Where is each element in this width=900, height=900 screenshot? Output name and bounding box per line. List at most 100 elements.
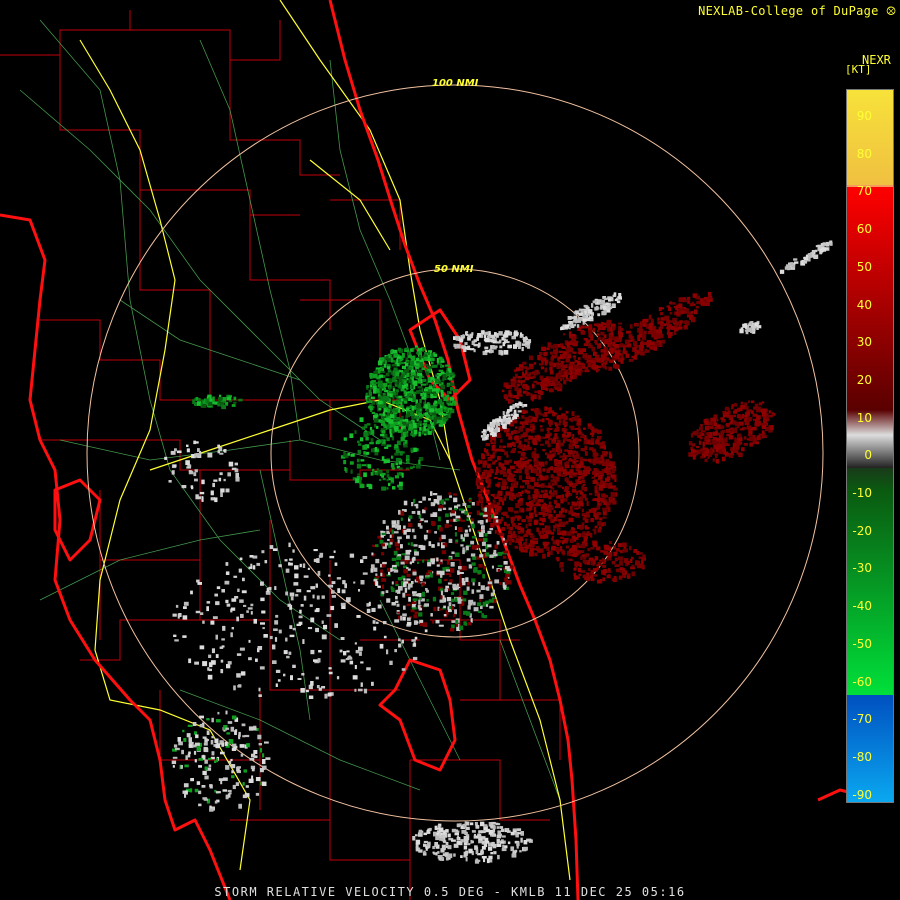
echo-pixel: [289, 592, 295, 597]
echo-pixel: [219, 472, 223, 476]
echo-pixel: [432, 512, 438, 517]
echo-pixel: [587, 458, 592, 462]
echo-pixel: [491, 821, 496, 824]
echo-pixel: [580, 435, 585, 439]
echo-pixel: [460, 855, 463, 858]
echo-pixel: [451, 620, 456, 623]
echo-pixel: [440, 595, 443, 599]
echo-pixel: [541, 385, 545, 390]
echo-pixel: [641, 565, 645, 570]
echo-pixel: [426, 599, 429, 602]
echo-pixel: [502, 537, 505, 541]
echo-pixel: [588, 354, 592, 359]
echo-pixel: [310, 681, 314, 686]
echo-pixel: [706, 299, 711, 302]
echo-pixel: [477, 570, 482, 575]
echo-pixel: [453, 400, 457, 406]
echo-pixel: [602, 561, 606, 565]
echo-pixel: [414, 552, 419, 555]
echo-pixel: [211, 736, 215, 739]
echo-pixel: [459, 508, 464, 511]
echo-pixel: [236, 653, 242, 656]
echo-pixel: [328, 671, 333, 675]
echo-pixel: [600, 550, 605, 553]
echo-pixel: [173, 464, 177, 467]
echo-pixel: [395, 584, 399, 586]
echo-pixel: [572, 547, 577, 552]
echo-pixel: [517, 522, 522, 526]
echo-pixel: [519, 850, 522, 853]
echo-pixel: [373, 370, 376, 374]
echo-pixel: [269, 635, 273, 640]
echo-pixel: [515, 840, 518, 844]
echo-pixel: [377, 604, 382, 609]
echo-pixel: [559, 442, 565, 447]
echo-pixel: [540, 413, 545, 416]
echo-pixel: [454, 609, 457, 615]
echo-pixel: [587, 547, 591, 552]
echo-pixel: [618, 575, 623, 580]
echo-pixel: [443, 605, 446, 608]
echo-pixel: [585, 511, 590, 515]
echo-pixel: [559, 562, 564, 565]
echo-pixel: [709, 426, 714, 429]
echo-pixel: [478, 564, 483, 568]
echo-pixel: [597, 336, 601, 341]
echo-pixel: [469, 333, 473, 338]
echo-pixel: [432, 619, 435, 624]
echo-pixel: [594, 479, 598, 484]
echo-pixel: [340, 637, 345, 640]
echo-pixel: [527, 446, 532, 451]
echo-pixel: [471, 545, 477, 550]
echo-pixel: [405, 549, 411, 555]
echo-pixel: [210, 620, 215, 625]
echo-pixel: [597, 528, 601, 533]
echo-pixel: [488, 599, 494, 603]
echo-pixel: [240, 613, 244, 618]
echo-pixel: [224, 580, 230, 585]
echo-pixel: [467, 525, 471, 528]
echo-pixel: [347, 453, 350, 456]
echo-pixel: [258, 743, 262, 746]
echo-pixel: [367, 397, 370, 402]
echo-pixel: [403, 605, 406, 610]
echo-pixel: [508, 386, 512, 390]
echo-pixel: [432, 493, 438, 496]
echo-pixel: [334, 623, 338, 628]
echo-pixel: [513, 828, 518, 831]
echo-pixel: [550, 357, 554, 360]
echo-pixel: [375, 575, 380, 579]
echo-pixel: [505, 341, 510, 344]
echo-pixel: [529, 365, 534, 370]
echo-pixel: [465, 831, 468, 836]
legend-tick-label: 90: [856, 109, 872, 123]
echo-pixel: [436, 564, 440, 567]
echo-pixel: [231, 467, 237, 470]
echo-pixel: [524, 489, 528, 493]
echo-pixel: [421, 591, 425, 597]
echo-pixel: [418, 412, 422, 416]
echo-pixel: [523, 546, 528, 549]
echo-pixel: [231, 404, 236, 407]
echo-pixel: [435, 827, 440, 830]
echo-pixel: [191, 487, 194, 490]
echo-pixel: [438, 508, 442, 512]
echo-pixel: [222, 625, 226, 631]
radar-map[interactable]: 100 NMI 50 NMI: [0, 0, 900, 900]
echo-pixel: [634, 355, 637, 360]
echo-pixel: [377, 448, 379, 453]
echo-pixel: [521, 424, 525, 428]
echo-pixel: [606, 501, 611, 506]
echo-pixel: [619, 550, 622, 553]
echo-pixel: [381, 591, 385, 595]
echo-pixel: [566, 545, 569, 549]
echo-pixel: [579, 496, 583, 502]
echo-pixel: [497, 830, 501, 835]
echo-pixel: [367, 464, 372, 469]
echo-pixel: [232, 784, 236, 790]
echo-pixel: [362, 572, 368, 575]
echo-pixel: [603, 568, 607, 573]
echo-pixel: [202, 770, 207, 775]
echo-pixel: [278, 629, 282, 634]
echo-pixel: [793, 258, 798, 261]
